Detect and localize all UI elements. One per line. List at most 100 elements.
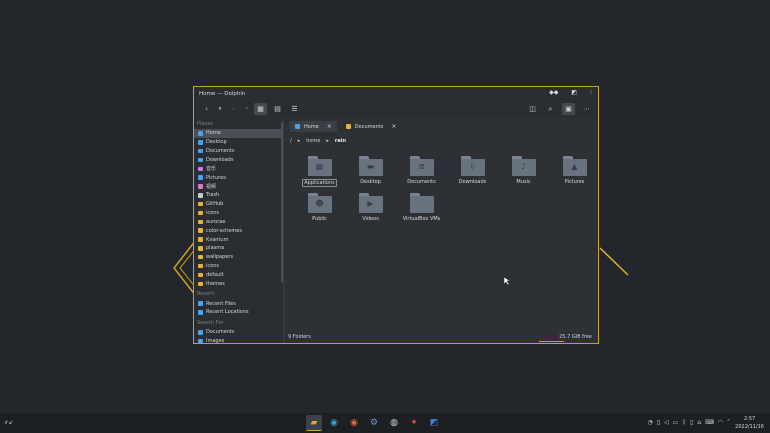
places-item-label: 视频: [206, 183, 217, 190]
file-item[interactable]: ☻ Public: [294, 193, 345, 222]
file-item[interactable]: ♪ Music: [498, 156, 549, 187]
places-item[interactable]: themes: [194, 279, 283, 288]
file-label: Documents: [407, 179, 436, 185]
places-item[interactable]: default: [194, 271, 283, 280]
close-tab-icon[interactable]: ×: [327, 123, 332, 130]
places-item[interactable]: icons: [194, 209, 283, 218]
minimize-icon[interactable]: ◆◆: [549, 89, 558, 96]
tab-home[interactable]: Home ×: [290, 121, 337, 132]
chevron-right-icon[interactable]: ▸: [298, 138, 301, 144]
sidebar-scrollbar[interactable]: [281, 122, 283, 282]
folder-icon: [198, 228, 203, 233]
places-item[interactable]: Desktop: [194, 138, 283, 147]
file-label: Music: [516, 179, 531, 185]
places-item-label: Desktop: [206, 139, 227, 146]
places-item[interactable]: 音乐: [194, 164, 283, 173]
notifications-icon[interactable]: ◔: [647, 419, 652, 426]
file-item[interactable]: ▬ Desktop: [345, 156, 396, 187]
places-item-label: aurorae: [206, 218, 226, 225]
github-icon[interactable]: ◍: [386, 415, 402, 431]
search-for-item[interactable]: Images: [194, 337, 283, 343]
file-item[interactable]: ≣ Documents: [396, 156, 447, 187]
phone-icon[interactable]: ▯: [690, 419, 693, 426]
store-icon[interactable]: ◩: [426, 415, 442, 431]
file-item[interactable]: ▶ Videos: [345, 193, 396, 222]
close-tab-icon[interactable]: ×: [391, 123, 396, 130]
back-icon[interactable]: ‹: [200, 103, 213, 115]
settings-icon[interactable]: ⚙: [366, 415, 382, 431]
breadcrumb-current[interactable]: rain: [335, 138, 346, 144]
forward-history-chevron-icon[interactable]: ▾: [244, 103, 250, 115]
split-view-icon[interactable]: ◫: [526, 103, 539, 115]
recent-item[interactable]: Recent Locations: [194, 308, 283, 317]
mouse-cursor-icon: [503, 276, 511, 286]
file-label: Downloads: [458, 179, 487, 185]
places-item[interactable]: Kvantum: [194, 235, 283, 244]
places-item[interactable]: color-schemes: [194, 226, 283, 235]
file-view[interactable]: Home × Documents × / ▸ home ▸ rain ▦ Appl…: [284, 118, 598, 343]
bluetooth-icon[interactable]: ᛒ: [682, 419, 686, 426]
places-item[interactable]: icons: [194, 262, 283, 271]
icons-view-icon[interactable]: ▦: [254, 103, 267, 115]
forward-icon[interactable]: ›: [227, 103, 240, 115]
figma-icon[interactable]: ✦: [406, 415, 422, 431]
preview-icon[interactable]: ▣: [562, 103, 575, 115]
maximize-icon[interactable]: ◩: [571, 89, 577, 96]
chevron-right-icon[interactable]: ▸: [326, 138, 329, 144]
free-space[interactable]: 25.7 GiB free: [539, 334, 592, 342]
compact-view-icon[interactable]: ▤: [271, 103, 284, 115]
tab-documents[interactable]: Documents ×: [341, 121, 402, 132]
title-bar[interactable]: Home — Dolphin ◆◆ ◩ ⁝: [194, 87, 598, 100]
places-item-label: Documents: [206, 148, 235, 155]
toolbar: ‹ ▾ › ▾ ▦ ▤ ☰ ◫ ⌕ ▣ ⋯: [194, 100, 598, 118]
clock[interactable]: 2:57 2022/11/16: [735, 415, 764, 431]
menu-icon[interactable]: ⋯: [580, 103, 593, 115]
places-item[interactable]: 视频: [194, 182, 283, 191]
recent-item[interactable]: Recent Files: [194, 299, 283, 308]
breadcrumb-home[interactable]: home: [306, 138, 320, 144]
places-item-label: Home: [206, 130, 221, 137]
home-icon: [198, 131, 203, 136]
close-icon[interactable]: ⁝: [590, 89, 592, 96]
clock-date: 2022/11/16: [735, 424, 764, 430]
dolphin-window: Home — Dolphin ◆◆ ◩ ⁝ ‹ ▾ › ▾ ▦ ▤ ☰ ◫ ⌕ …: [193, 86, 599, 344]
firefox-icon[interactable]: ◉: [346, 415, 362, 431]
clipboard-icon[interactable]: ▯: [657, 419, 660, 426]
status-bar: 9 Folders 25.7 GiB free: [288, 333, 592, 342]
breadcrumb-root[interactable]: /: [290, 138, 292, 144]
downloads-folder-icon: ⇩: [460, 156, 485, 176]
places-item-label: color-schemes: [206, 227, 242, 234]
videos-folder-icon: ▶: [358, 193, 383, 213]
wifi-icon[interactable]: ◠: [718, 419, 723, 426]
details-view-icon[interactable]: ☰: [288, 103, 301, 115]
places-item[interactable]: GitHub: [194, 200, 283, 209]
file-item[interactable]: ▲ Pictures: [549, 156, 598, 187]
battery-icon[interactable]: ▭: [673, 419, 679, 426]
keyboard-icon[interactable]: ⌨: [705, 419, 714, 426]
places-item[interactable]: wallpapers: [194, 253, 283, 262]
file-item[interactable]: ▦ Applications: [294, 156, 345, 187]
file-item[interactable]: ⇩ Downloads: [447, 156, 498, 187]
search-for-item[interactable]: Documents: [194, 328, 283, 337]
system-tray: ◔ ▯ ◁ ▭ ᛒ ▯ ⌂ ⌨ ◠ ˄: [647, 419, 730, 426]
places-item[interactable]: plasma: [194, 244, 283, 253]
places-item[interactable]: aurorae: [194, 217, 283, 226]
file-label: VirtualBox VMs: [402, 216, 441, 222]
places-item[interactable]: Downloads: [194, 156, 283, 165]
places-item[interactable]: Trash: [194, 191, 283, 200]
folder-emblem: ▬: [366, 162, 375, 171]
network-icon[interactable]: ⌂: [697, 419, 701, 426]
places-item[interactable]: Documents: [194, 147, 283, 156]
expand-tray-icon[interactable]: ˄: [727, 419, 730, 426]
places-item[interactable]: Home: [194, 129, 283, 138]
search-icon[interactable]: ⌕: [544, 103, 557, 115]
launcher-icon[interactable]: ⸙↙: [4, 418, 14, 426]
dolphin-icon[interactable]: ▰: [306, 415, 322, 431]
edge-icon[interactable]: ◉: [326, 415, 342, 431]
folder-icon: [198, 201, 203, 207]
back-history-chevron-icon[interactable]: ▾: [217, 103, 223, 115]
file-item[interactable]: VirtualBox VMs: [396, 193, 447, 222]
places-item[interactable]: Pictures: [194, 173, 283, 182]
volume-icon[interactable]: ◁: [664, 419, 669, 426]
file-label: Desktop: [360, 179, 381, 185]
